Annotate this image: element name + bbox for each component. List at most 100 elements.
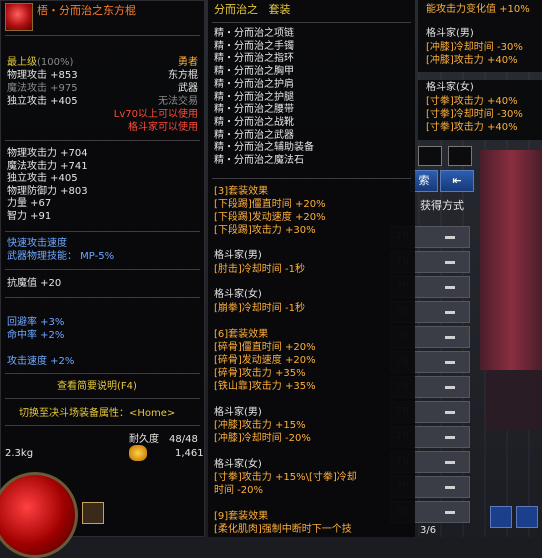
mag-atk: 魔法攻击 +975 (7, 83, 78, 94)
effect9-title: [9]套装效果 (214, 511, 269, 522)
side-female-title: 格斗家(女) (426, 82, 474, 93)
minus-icon[interactable] (445, 461, 455, 464)
side-header: 能攻击力变化值 +10% (426, 4, 530, 15)
item-weight: 2.3kg (5, 448, 34, 459)
minus-icon[interactable] (445, 311, 455, 314)
bg-icon-slot-1[interactable] (490, 506, 512, 528)
minus-icon[interactable] (445, 486, 455, 489)
setpieces-line: 精・分而治之胸甲 (214, 66, 294, 78)
class-female-1: 格斗家(女) (214, 289, 262, 300)
side-female-line-2: [寸拳]冷却时间 -30% (426, 109, 523, 120)
divider (212, 22, 411, 23)
evade-rate: 回避率 +3% (7, 317, 65, 328)
minus-icon[interactable] (445, 511, 455, 514)
eff6-line: [碎骨]攻击力 +35% (214, 368, 306, 379)
speed-title: 快速攻击速度 (7, 238, 67, 249)
level-requirement: Lv70以上可以使用 (113, 109, 198, 120)
statlist-line: 物理防御力 +803 (7, 185, 88, 197)
effect9-line: [柔化肌肉]强制中断时下一个技 (214, 524, 352, 535)
class-female-2: 格斗家(女) (214, 459, 262, 470)
set-name: 分而治之 (214, 3, 258, 16)
side-male-line-1: [冲膝]冷却时间 -30% (426, 42, 523, 53)
bg-icon-slot-2[interactable] (516, 506, 538, 528)
side-tooltip-top: 能攻击力变化值 +10% 格斗家(男) [冲膝]冷却时间 -30% [冲膝]攻击… (418, 0, 542, 72)
background-pillar (480, 150, 542, 370)
quickslot-icon[interactable] (82, 502, 104, 524)
divider (5, 269, 200, 270)
statlist-line: 物理攻击力 +704 (7, 148, 88, 159)
statlist-line: 魔法攻击力 +741 (7, 160, 88, 172)
side-male-line-2: [冲膝]攻击力 +40% (426, 55, 518, 66)
effect6-title: [6]套装效果 (214, 329, 269, 340)
set-suffix: 套装 (268, 3, 291, 16)
set-title: 分而治之 套装 (214, 4, 291, 16)
set-tooltip: 分而治之 套装 精・分而治之项链 精・分而治之手镯 精・分而治之指环 精・分而治之胸甲… (208, 0, 415, 537)
eff6-line: [碎骨]僵直时间 +20% (214, 342, 316, 353)
divider (5, 231, 200, 232)
minus-icon[interactable] (445, 261, 455, 264)
effect3-title: [3]套装效果 (214, 186, 269, 197)
setpieces-line: 精・分而治之护腿 (214, 91, 294, 103)
gold-coin-icon (129, 445, 147, 461)
item-name: 梧・分而治之东方棍 (37, 4, 136, 17)
class-male-2: 格斗家(男) (214, 407, 262, 418)
setpieces-line: 精・分而治之护肩 (214, 78, 294, 90)
item-price: 1,461 (175, 448, 204, 459)
magic-resist: 抗魔值 +20 (7, 278, 62, 289)
minus-icon[interactable] (445, 436, 455, 439)
class-usable: 格斗家可以使用 (128, 122, 198, 133)
setpieces-line: 精・分而治之武器 (214, 129, 294, 141)
item-grade: 最上级(100%) (7, 57, 73, 69)
divider (5, 425, 200, 426)
class-requirement: 勇者 (178, 57, 198, 68)
statlist-line: 力量 +67 (7, 198, 52, 209)
eff3-line: [下段踢]攻击力 +30% (214, 225, 316, 236)
setpieces-line: 精・分而治之手镯 (214, 40, 294, 52)
minus-icon[interactable] (445, 411, 455, 414)
divider (5, 297, 200, 298)
minus-icon[interactable] (445, 236, 455, 239)
attack-speed: 攻击速度 +2% (7, 356, 75, 367)
weapon-type: 东方棍 (168, 70, 198, 81)
switch-arena-attributes[interactable]: 切换至决斗场装备属性：<Home> (19, 408, 175, 420)
view-description-link[interactable]: 查看简要说明(F4) (57, 381, 137, 393)
side-male-title: 格斗家(男) (426, 28, 474, 39)
class-male-1: 格斗家(男) (214, 250, 262, 261)
item-icon (5, 3, 33, 31)
minus-icon[interactable] (445, 386, 455, 389)
f1-effect: [崩拳]冷却时间 -1秒 (214, 303, 305, 314)
durability-value: 48/48 (169, 434, 198, 445)
side-tooltip-bottom: 格斗家(女) [寸拳]攻击力 +40% [寸拳]冷却时间 -30% [寸拳]攻击… (418, 80, 542, 140)
side-female-line-3: [寸拳]攻击力 +40% (426, 122, 518, 133)
m2-line: [冲膝]冷却时间 -20% (214, 433, 311, 444)
minus-icon[interactable] (445, 361, 455, 364)
trade-status: 无法交易 (158, 96, 198, 107)
hp-orb-icon (0, 472, 78, 558)
statlist-line: 智力 +91 (7, 210, 52, 222)
background-railing (486, 370, 542, 430)
side-female-line-1: [寸拳]攻击力 +40% (426, 96, 518, 107)
grade-text: 最上级 (7, 57, 37, 68)
minus-icon[interactable] (445, 336, 455, 339)
page-indicator: 3/6 (420, 525, 437, 536)
setpieces-line: 精・分而治之腰带 (214, 104, 294, 116)
item-category: 武器 (178, 83, 198, 94)
minus-icon[interactable] (445, 286, 455, 289)
skill-line: 武器物理技能： MP-5% (7, 251, 115, 262)
hit-rate: 命中率 +2% (7, 330, 65, 341)
eff3-line: [下段踢]僵直时间 +20% (214, 199, 326, 210)
eff3-line: [下段踢]发动速度 +20% (214, 212, 326, 223)
setpieces-line: 精・分而治之辅助装备 (214, 142, 314, 154)
divider (5, 398, 200, 399)
bg-slot-b[interactable] (448, 146, 472, 166)
divider (5, 140, 200, 141)
setpieces-line: 精・分而治之战靴 (214, 116, 294, 128)
f2-line: [寸拳]攻击力 +15%\[寸拳]冷却 (214, 472, 357, 483)
f2-line: 时间 -20% (214, 485, 264, 496)
back-arrow-button[interactable]: ⇤ (440, 170, 474, 192)
divider (5, 35, 200, 36)
m2-line: [冲膝]攻击力 +15% (214, 420, 306, 431)
divider (5, 373, 200, 374)
bg-slot-a[interactable] (418, 146, 442, 166)
eff6-line: [铁山靠]攻击力 +35% (214, 381, 316, 392)
